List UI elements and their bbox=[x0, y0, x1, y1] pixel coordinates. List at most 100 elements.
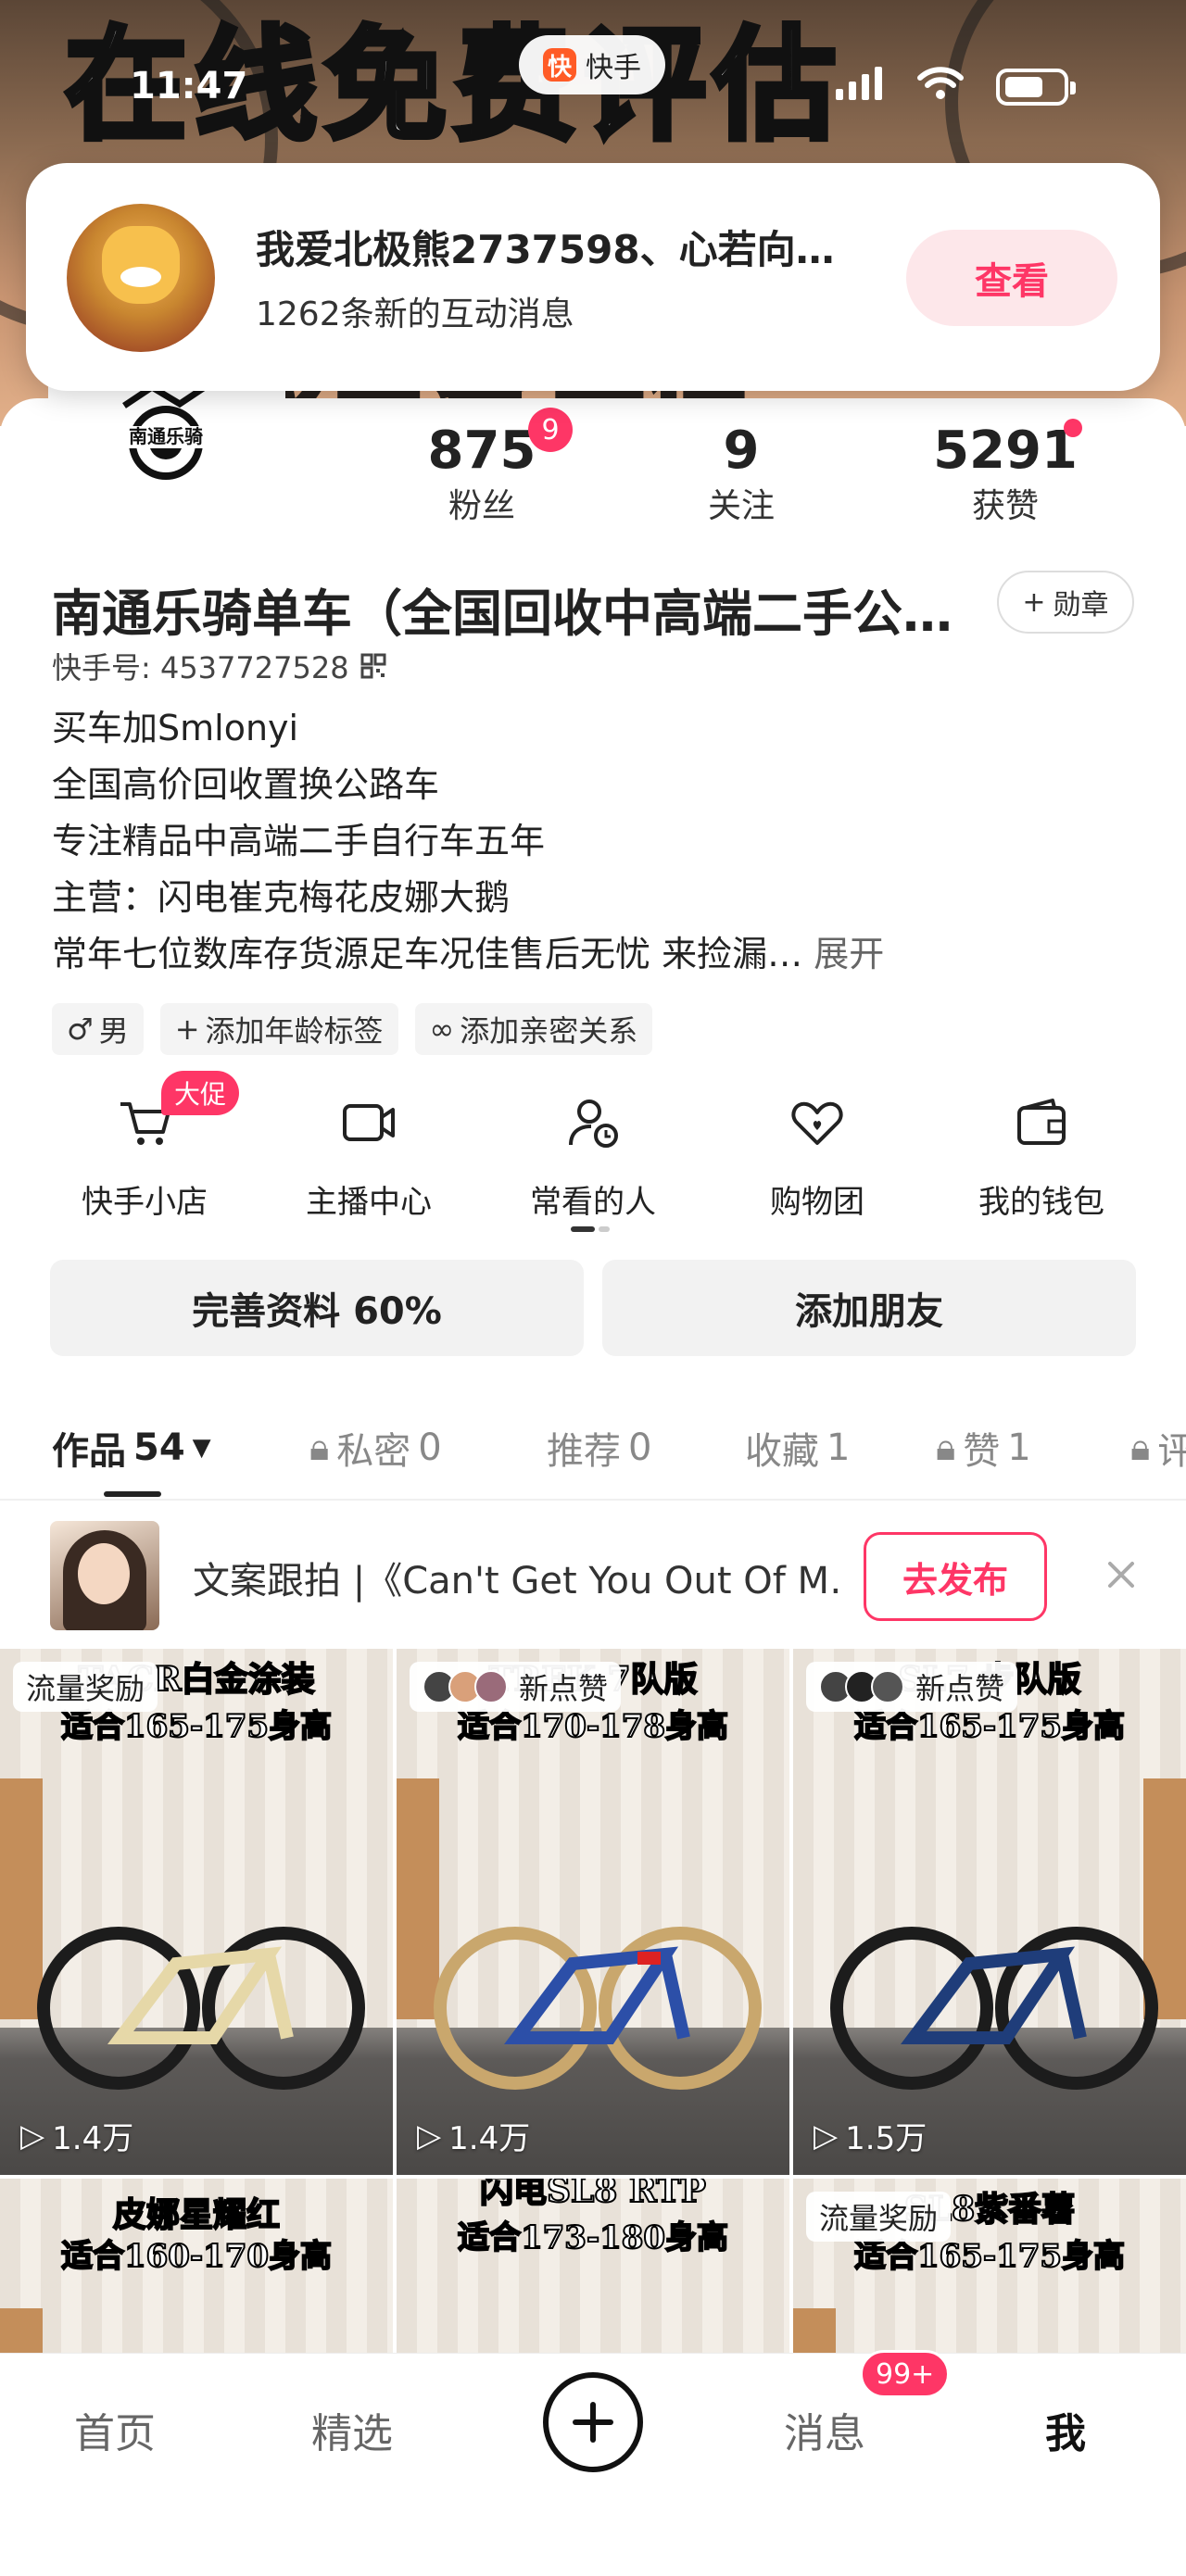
active-tab-indicator bbox=[104, 1491, 161, 1497]
video-label: 流量奖励 bbox=[806, 2192, 952, 2242]
link-icon: ∞ bbox=[429, 1012, 455, 1047]
wifi-icon bbox=[917, 67, 964, 99]
tab-label: 收藏 bbox=[745, 1430, 819, 1473]
view-count: ▷ 1.4万 bbox=[20, 2113, 133, 2158]
liker-avatar bbox=[871, 1670, 904, 1703]
person-clock-icon bbox=[569, 1100, 618, 1148]
likes-new-dot bbox=[1064, 419, 1082, 437]
tag-gender[interactable]: ♂ 男 bbox=[52, 1003, 144, 1055]
male-icon: ♂ bbox=[67, 1012, 94, 1047]
wine-shelf bbox=[397, 1778, 439, 2019]
stat-value: 875 bbox=[427, 421, 536, 481]
func-label: 常看的人 bbox=[530, 1184, 656, 1221]
video-card[interactable]: TACR白金涂装 适合165-175身高 流量奖励 ▷ 1.4万 bbox=[0, 1649, 393, 2175]
notification-subtitle: 1262条新的互动消息 bbox=[256, 295, 574, 333]
svg-text:南通乐骑: 南通乐骑 bbox=[129, 425, 203, 447]
tab-label: 评 bbox=[1157, 1430, 1186, 1473]
status-time: 11:47 bbox=[130, 65, 248, 107]
video-label: 新点赞 bbox=[806, 1662, 1018, 1712]
lock-icon: 🔒︎ bbox=[936, 1426, 956, 1469]
video-label: 新点赞 bbox=[410, 1662, 622, 1712]
kuaishou-id[interactable]: 快手号: 4537727528 bbox=[52, 645, 386, 687]
stat-following[interactable]: 9 关注 bbox=[676, 419, 806, 530]
tab-liked[interactable]: 🔒︎ 赞 1 bbox=[936, 1421, 1031, 1475]
view-count-text: 1.5万 bbox=[845, 2120, 927, 2157]
medal-label: 勋章 bbox=[1053, 589, 1109, 622]
tab-label: 赞 bbox=[963, 1430, 1001, 1473]
notification-title: 我爱北极熊2737598、心若向… bbox=[256, 227, 835, 272]
tab-comments[interactable]: 🔒︎ 评 bbox=[1130, 1421, 1186, 1475]
bio-line: 主营：闪电崔克梅花皮娜大鹅 bbox=[52, 877, 511, 918]
notification-avatar bbox=[67, 204, 215, 352]
draft-text: 文案跟拍 |《Can't Get You Out Of M… bbox=[193, 1560, 841, 1602]
expand-bio-link[interactable]: 展开 bbox=[814, 934, 884, 974]
stat-value: 5291 bbox=[933, 421, 1078, 481]
video-card[interactable]: TREK 7队版 适合170-178身高 新点赞 ▷1.4万 bbox=[397, 1649, 789, 2175]
stat-label: 关注 bbox=[707, 487, 775, 525]
tab-home[interactable]: 首页 bbox=[74, 2400, 156, 2459]
tab-count: 1 bbox=[1007, 1426, 1031, 1469]
heart-chat-icon bbox=[791, 1101, 843, 1145]
video-label-text: 新点赞 bbox=[915, 1671, 1005, 1706]
profile-tags: ♂ 男 + 添加年龄标签 ∞ 添加亲密关系 bbox=[52, 1003, 653, 1055]
tab-me[interactable]: 我 bbox=[1045, 2400, 1086, 2459]
lock-icon: 🔒︎ bbox=[1130, 1426, 1151, 1469]
bottom-tab-bar: 首页 精选 消息 99+ 我 bbox=[0, 2350, 1186, 2576]
profile-name: 南通乐骑单车（全国回收中高端二手公… bbox=[52, 584, 953, 643]
plus-icon: + bbox=[174, 1012, 200, 1047]
tab-count: 54 bbox=[133, 1426, 185, 1469]
add-friend-button[interactable]: 添加朋友 bbox=[602, 1260, 1136, 1356]
medal-button[interactable]: + 勋章 bbox=[997, 571, 1134, 634]
stat-label: 获赞 bbox=[971, 487, 1039, 525]
interaction-notification[interactable]: 我爱北极熊2737598、心若向… 1262条新的互动消息 查看 bbox=[26, 163, 1160, 391]
stat-value: 9 bbox=[723, 421, 760, 481]
draft-thumbnail[interactable] bbox=[50, 1521, 159, 1630]
tab-recommend[interactable]: 推荐 0 bbox=[547, 1421, 651, 1475]
tag-label: 添加年龄标签 bbox=[205, 1013, 384, 1049]
tag-add-age[interactable]: + 添加年龄标签 bbox=[159, 1003, 398, 1055]
tab-private[interactable]: 🔒︎ 私密 0 bbox=[309, 1421, 442, 1475]
video-label-text: 新点赞 bbox=[519, 1671, 609, 1706]
func-wallet[interactable]: 我的钱包 bbox=[949, 1093, 1134, 1222]
publish-button[interactable]: 去发布 bbox=[864, 1532, 1047, 1621]
func-frequent-people[interactable]: 常看的人 bbox=[500, 1093, 686, 1222]
func-streamer-center[interactable]: 主播中心 bbox=[276, 1093, 461, 1222]
profile-bio: 买车加Smlonyi 全国高价回收置换公路车 专注精品中高端二手自行车五年 主营… bbox=[52, 700, 884, 983]
tag-add-relation[interactable]: ∞ 添加亲密关系 bbox=[414, 1003, 653, 1055]
view-count: ▷ 1.4万 bbox=[417, 2113, 530, 2158]
create-plus-button[interactable] bbox=[543, 2372, 643, 2472]
battery-icon bbox=[996, 69, 1076, 106]
followers-badge: 9 bbox=[528, 408, 573, 452]
tab-messages[interactable]: 消息 bbox=[784, 2400, 865, 2459]
func-shopping-group[interactable]: 购物团 bbox=[725, 1093, 910, 1222]
tab-works[interactable]: 作品 54 ▼ bbox=[52, 1421, 211, 1475]
video-caption: 皮娜星耀红 bbox=[112, 2194, 281, 2235]
view-count-text: 1.4万 bbox=[448, 2120, 531, 2157]
tab-label: 作品 bbox=[52, 1430, 126, 1473]
func-label: 主播中心 bbox=[306, 1184, 432, 1221]
tab-count: 1 bbox=[826, 1426, 851, 1469]
lock-icon: 🔒︎ bbox=[309, 1426, 330, 1469]
qr-code-icon[interactable] bbox=[360, 653, 386, 679]
app-brand-pill: 快 快手 bbox=[519, 35, 665, 94]
face-shape bbox=[78, 1543, 130, 1604]
wallet-icon bbox=[1017, 1099, 1066, 1145]
play-icon: ▷ bbox=[417, 2117, 442, 2155]
complete-profile-button[interactable]: 完善资料 60% bbox=[50, 1260, 584, 1356]
tab-label: 推荐 bbox=[547, 1430, 621, 1473]
stat-likes[interactable]: 5291 获赞 bbox=[927, 419, 1084, 530]
view-count: ▷ 1.5万 bbox=[814, 2113, 927, 2158]
bio-line-text: 常年七位数库存货源足车况佳售后无忧 来捡漏… bbox=[52, 934, 803, 974]
video-card[interactable]: SL7 步队版 适合165-175身高 新点赞 ▷1.5万 bbox=[793, 1649, 1186, 2175]
func-label: 购物团 bbox=[770, 1184, 864, 1221]
view-button[interactable]: 查看 bbox=[906, 230, 1117, 326]
bio-line: 全国高价回收置换公路车 bbox=[52, 764, 440, 805]
close-icon[interactable] bbox=[1101, 1554, 1142, 1595]
app-brand-name: 快手 bbox=[586, 52, 641, 84]
video-label: 流量奖励 bbox=[13, 1662, 158, 1712]
tab-favorites[interactable]: 收藏 1 bbox=[745, 1421, 850, 1475]
stat-followers[interactable]: 875 粉丝 bbox=[417, 419, 547, 530]
liker-avatar bbox=[474, 1670, 508, 1703]
tab-featured[interactable]: 精选 bbox=[311, 2400, 393, 2459]
carousel-indicator-active bbox=[571, 1226, 595, 1232]
